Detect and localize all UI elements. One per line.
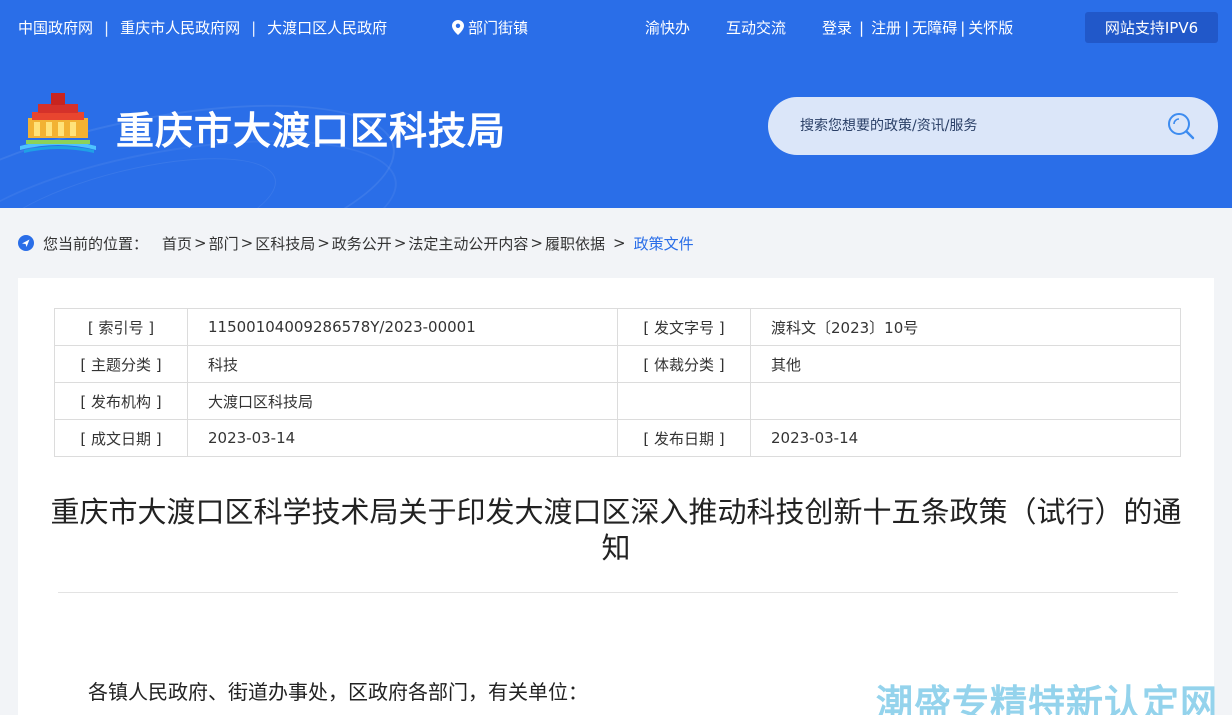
site-title: 重庆市大渡口区科技局 [116, 109, 507, 153]
document-meta-table: [ 索引号 ] 11500104009286578Y/2023-00001 [ … [54, 308, 1181, 457]
dept-town-label[interactable]: 部门街镇 [468, 17, 528, 38]
written-date-value: 2023-03-14 [187, 419, 618, 457]
table-row: [ 索引号 ] 11500104009286578Y/2023-00001 [ … [54, 308, 1181, 346]
breadcrumb-disclosure[interactable]: 法定主动公开内容 [408, 233, 528, 254]
link-yukuaiban[interactable]: 渝快办 [645, 17, 690, 38]
separator: | [251, 18, 257, 37]
register-link[interactable]: 注册 [871, 17, 901, 38]
table-row: [ 主题分类 ] 科技 [ 体裁分类 ] 其他 [54, 345, 1181, 383]
dept-town-link[interactable]: 部门街镇 [452, 17, 528, 38]
separator: | [104, 18, 110, 37]
issuer-key: [ 发布机构 ] [54, 382, 188, 420]
index-no-value: 11500104009286578Y/2023-00001 [187, 308, 618, 346]
table-row: [ 成文日期 ] 2023-03-14 [ 发布日期 ] 2023-03-14 [54, 419, 1181, 457]
site-header: 中国政府网 | 重庆市人民政府网 | 大渡口区人民政府 部门街镇 渝快办 互动交… [0, 0, 1232, 208]
separator: | [904, 18, 910, 37]
link-china-gov[interactable]: 中国政府网 [18, 17, 93, 38]
link-dadukou-gov[interactable]: 大渡口区人民政府 [267, 17, 387, 38]
empty-cell [617, 382, 751, 420]
empty-cell [750, 382, 1181, 420]
document-title: 重庆市大渡口区科学技术局关于印发大渡口区深入推动科技创新十五条政策（试行）的通知 [50, 495, 1182, 565]
written-date-key: [ 成文日期 ] [54, 419, 188, 457]
index-no-key: [ 索引号 ] [54, 308, 188, 346]
search-icon[interactable] [1166, 111, 1196, 141]
site-watermark: 潮盛专精特新认定网 [876, 682, 1218, 715]
document-salutation: 各镇人民政府、街道办事处，区政府各部门，有关单位： [88, 680, 588, 704]
link-chongqing-gov[interactable]: 重庆市人民政府网 [120, 17, 240, 38]
content-card: [ 索引号 ] 11500104009286578Y/2023-00001 [ … [18, 278, 1214, 715]
breadcrumb-home[interactable]: 首页 [162, 233, 192, 254]
ipv6-badge[interactable]: 网站支持IPV6 [1085, 12, 1218, 43]
separator: | [859, 18, 865, 37]
top-bar: 中国政府网 | 重庆市人民政府网 | 大渡口区人民政府 部门街镇 渝快办 互动交… [0, 0, 1232, 56]
breadcrumb-label: 您当前的位置： [43, 234, 149, 253]
location-pin-icon [452, 20, 464, 35]
link-interaction[interactable]: 互动交流 [726, 17, 786, 38]
breadcrumb-duty-basis[interactable]: 履职依据 [545, 233, 605, 254]
published-date-key: [ 发布日期 ] [617, 419, 751, 457]
search-input[interactable] [800, 115, 1140, 137]
accessibility-link[interactable]: 无障碍 [912, 17, 957, 38]
breadcrumb-gov-affairs[interactable]: 政务公开 [332, 233, 392, 254]
top-right-links: 渝快办 互动交流 登录 | 注册 | 无障碍 | 关怀版 [645, 17, 1013, 38]
elder-mode-link[interactable]: 关怀版 [968, 17, 1013, 38]
genre-value: 其他 [750, 345, 1181, 383]
breadcrumb-bureau[interactable]: 区科技局 [255, 233, 315, 254]
genre-key: [ 体裁分类 ] [617, 345, 751, 383]
doc-number-key: [ 发文字号 ] [617, 308, 751, 346]
search-box [768, 97, 1218, 155]
doc-number-value: 渡科文〔2023〕10号 [750, 308, 1181, 346]
published-date-value: 2023-03-14 [750, 419, 1181, 457]
table-row: [ 发布机构 ] 大渡口区科技局 [54, 382, 1181, 420]
title-divider [58, 592, 1178, 593]
issuer-value: 大渡口区科技局 [187, 382, 618, 420]
breadcrumb: 您当前的位置： 首页 > 部门 > 区科技局 > 政务公开 > 法定主动公开内容 > 履职… [18, 233, 694, 253]
separator: | [960, 18, 966, 37]
breadcrumb-dept[interactable]: 部门 [209, 233, 239, 254]
login-link[interactable]: 登录 [822, 17, 852, 38]
topic-value: 科技 [187, 345, 618, 383]
gov-links: 中国政府网 | 重庆市人民政府网 | 大渡口区人民政府 [18, 17, 387, 38]
gov-emblem-logo[interactable] [18, 90, 98, 154]
topic-key: [ 主题分类 ] [54, 345, 188, 383]
breadcrumb-current[interactable]: 政策文件 [634, 233, 694, 254]
location-marker-icon [18, 235, 34, 251]
